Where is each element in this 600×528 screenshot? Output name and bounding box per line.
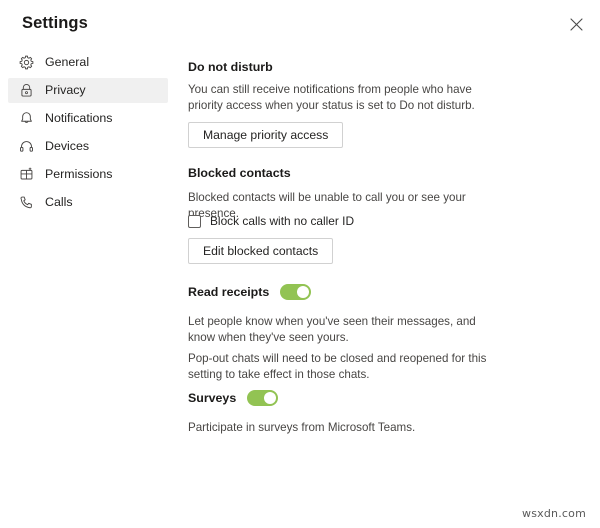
read-receipts-description-2: Pop-out chats will need to be closed and… [188,352,487,382]
do-not-disturb-description: You can still receive notifications from… [188,83,475,113]
toggle-knob [297,286,310,298]
do-not-disturb-heading: Do not disturb [188,60,273,74]
sidebar-item-privacy[interactable]: Privacy [8,78,168,103]
surveys-row: Surveys [188,390,279,406]
watermark: wsxdn.com [522,507,586,520]
bell-icon [18,110,35,127]
permissions-grid-icon [18,166,35,183]
checkbox-label: Block calls with no caller ID [210,214,355,228]
sidebar-item-label: Permissions [45,167,113,182]
sidebar-item-label: Calls [45,195,73,210]
surveys-label: Surveys [188,391,237,405]
sidebar-item-general[interactable]: General [8,50,168,75]
surveys-toggle[interactable] [247,390,279,406]
sidebar-item-permissions[interactable]: Permissions [8,162,168,187]
sidebar-item-calls[interactable]: Calls [8,190,168,215]
settings-window: Settings General Privacy Notifications D… [0,0,600,528]
sidebar-item-notifications[interactable]: Notifications [8,106,168,131]
checkbox-box-icon[interactable] [188,214,201,228]
edit-blocked-contacts-button[interactable]: Edit blocked contacts [188,238,334,264]
manage-priority-access-button[interactable]: Manage priority access [188,122,344,148]
sidebar-item-label: Privacy [45,83,86,98]
read-receipts-description-1: Let people know when you've seen their m… [188,315,476,345]
read-receipts-row: Read receipts [188,284,312,300]
read-receipts-toggle[interactable] [280,284,312,300]
sidebar-item-devices[interactable]: Devices [8,134,168,159]
settings-sidebar: General Privacy Notifications Devices Pe… [0,50,178,218]
block-calls-no-caller-id-checkbox[interactable]: Block calls with no caller ID [188,214,354,228]
gear-icon [18,54,35,71]
window-header: Settings [0,0,600,48]
toggle-knob [264,392,277,404]
sidebar-item-label: Devices [45,139,90,154]
phone-icon [18,194,35,211]
blocked-contacts-heading: Blocked contacts [188,166,291,180]
page-title: Settings [22,14,88,32]
headset-icon [18,138,35,155]
close-icon[interactable] [562,10,590,38]
sidebar-item-label: Notifications [45,111,113,126]
sidebar-item-label: General [45,55,90,70]
lock-icon [18,82,35,99]
read-receipts-label: Read receipts [188,285,270,299]
surveys-description: Participate in surveys from Microsoft Te… [188,421,416,434]
